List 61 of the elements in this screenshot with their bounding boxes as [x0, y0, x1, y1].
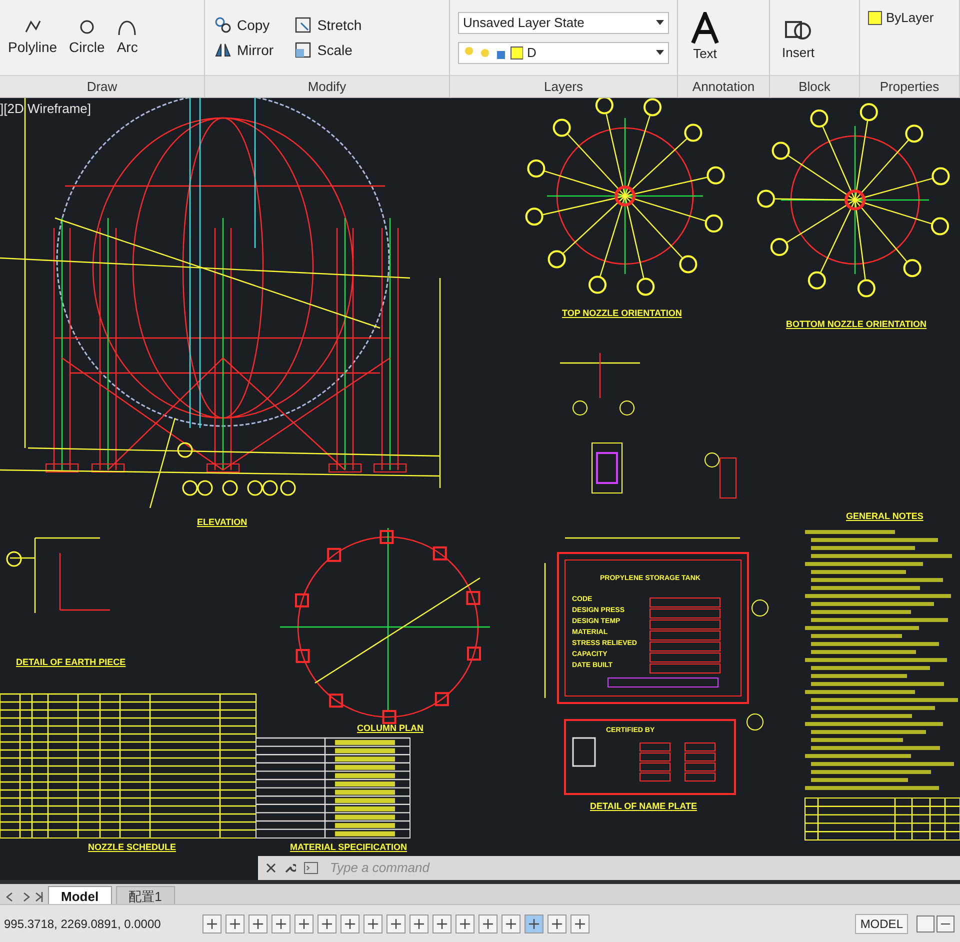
tool-icon	[293, 40, 314, 60]
viewport-icon[interactable]	[916, 914, 956, 932]
panel-title[interactable]: Properties	[860, 75, 959, 97]
tool-button[interactable]: Insert	[778, 12, 819, 62]
tool-icon	[213, 15, 233, 35]
close-icon[interactable]	[266, 863, 276, 873]
panel-title[interactable]: Annotation	[678, 75, 769, 97]
status-toggle-icon[interactable]	[248, 914, 268, 934]
status-toggle-icon[interactable]	[432, 914, 452, 934]
tool-button[interactable]: Scale	[293, 40, 362, 60]
layer-dropdown[interactable]: D	[458, 42, 669, 64]
status-toggle-icon[interactable]	[225, 914, 245, 934]
drawing-title: BOTTOM NOZZLE ORIENTATION	[786, 318, 926, 331]
drawing-title: COLUMN PLAN	[357, 722, 424, 735]
tool-button[interactable]: Polyline	[8, 17, 58, 58]
status-toggle-icon[interactable]	[202, 914, 222, 934]
drawing-title: DETAIL OF EARTH PIECE	[16, 656, 126, 669]
status-toggle-icon[interactable]	[570, 914, 590, 934]
tool-button[interactable]: Copy	[213, 14, 282, 36]
model-space-button[interactable]: MODEL	[855, 914, 908, 934]
panel-title[interactable]: Modify	[205, 75, 449, 97]
layer-state-dropdown[interactable]: Unsaved Layer State	[458, 12, 669, 34]
caret-icon[interactable]	[656, 50, 664, 55]
coordinates-readout: 995.3718, 2269.0891, 0.0000	[4, 916, 162, 932]
panel-title[interactable]: Layers	[450, 75, 677, 97]
layout-tab[interactable]: 配置1	[116, 886, 175, 904]
status-toggle-icon[interactable]	[501, 914, 521, 934]
tool-button[interactable]: Circle	[69, 17, 105, 58]
status-toggle-icon[interactable]	[386, 914, 406, 934]
status-toggle-icon[interactable]	[271, 914, 291, 934]
tool-icon	[293, 15, 314, 35]
drawing-title: GENERAL NOTES	[846, 510, 924, 523]
status-toggle-icon[interactable]	[455, 914, 475, 934]
wrench-icon[interactable]	[284, 862, 296, 874]
status-toggle-icon[interactable]	[294, 914, 314, 934]
drawing-title: DETAIL OF NAME PLATE	[590, 800, 697, 813]
status-toggle-icon[interactable]	[340, 914, 360, 934]
color-dropdown[interactable]: ByLayer	[868, 8, 934, 28]
drawing-title: ELEVATION	[197, 516, 248, 529]
panel-title[interactable]: Block	[770, 75, 859, 97]
tool-button[interactable]: Stretch	[293, 14, 362, 36]
tab-navigation-icon[interactable]	[4, 890, 44, 904]
text-tool-icon	[690, 12, 720, 44]
status-toggle-icon[interactable]	[317, 914, 337, 934]
status-toggle-icon[interactable]	[524, 914, 544, 934]
status-toggle-icon[interactable]	[409, 914, 429, 934]
viewport-label: ][2D Wireframe]	[0, 100, 92, 118]
layout-tab[interactable]: Model	[48, 886, 112, 904]
status-toggle-icon[interactable]	[547, 914, 567, 934]
tool-button[interactable]: Mirror	[213, 40, 282, 60]
status-toggle-icon[interactable]	[478, 914, 498, 934]
tool-button[interactable]: Text	[686, 12, 724, 64]
tool-button[interactable]: Arc	[116, 17, 138, 58]
layer-status-icon[interactable]	[463, 44, 523, 60]
command-field[interactable]: Type a command	[330, 858, 952, 878]
drawing-title: TOP NOZZLE ORIENTATION	[562, 307, 682, 320]
caret-icon[interactable]	[656, 20, 664, 25]
panel-title[interactable]: Draw	[0, 75, 204, 97]
status-toggle-icon[interactable]	[363, 914, 383, 934]
drawing-title: MATERIAL SPECIFICATION	[290, 841, 407, 854]
drawing-title: NOZZLE SCHEDULE	[88, 841, 176, 854]
